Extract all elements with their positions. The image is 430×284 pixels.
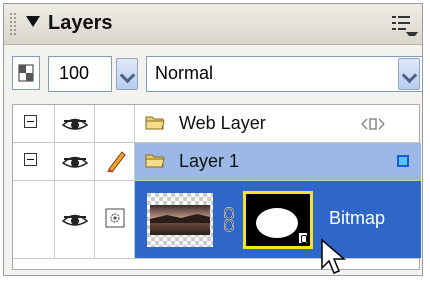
mouse-cursor-icon [321,238,347,274]
folder-icon [145,116,165,130]
checkerboard-icon [18,64,34,82]
mask-shape [256,208,298,238]
object-name: Bitmap [329,208,386,228]
bitmap-thumbnail [147,193,213,247]
eye-icon[interactable] [62,154,88,170]
layer-name: Web Layer [179,113,266,133]
mask-toggle-icon[interactable] [105,208,125,228]
opacity-dropdown-button[interactable] [116,58,138,90]
layers-panel: Layers 100 Normal Web Layer Layer 1 Bitm… [3,3,423,276]
share-across-frames-icon[interactable] [361,117,385,131]
blend-mode-dropdown-button[interactable] [398,58,420,90]
mask-badge-icon [298,232,308,244]
blend-mode-value: Normal [155,63,214,83]
mask-thumbnail[interactable] [243,191,313,249]
pencil-icon[interactable] [105,149,127,173]
object-row-bitmap[interactable]: Bitmap [13,181,421,259]
transparency-lock-button[interactable] [12,56,40,90]
layer-row-web-layer[interactable]: Web Layer [13,105,419,143]
opacity-field[interactable]: 100 [48,56,112,92]
collapse-layer-icon[interactable] [24,153,37,166]
panel-title: Layers [48,12,113,34]
folder-icon [145,154,165,168]
layer-list: Web Layer Layer 1 Bitmap [12,104,421,270]
eye-icon[interactable] [62,212,88,228]
options-menu-icon[interactable] [392,14,418,36]
blend-mode-select[interactable]: Normal [146,56,423,92]
eye-icon[interactable] [62,116,88,132]
layer-color-swatch [397,155,409,167]
panel-title-bar[interactable]: Layers [4,4,422,45]
collapse-layer-icon[interactable] [24,115,37,128]
link-chain-icon[interactable] [223,207,235,233]
layer-name: Layer 1 [179,151,240,171]
layer-row-layer-1[interactable]: Layer 1 [13,143,421,181]
collapse-arrow-icon[interactable] [26,16,40,27]
grip-icon[interactable] [10,13,18,35]
